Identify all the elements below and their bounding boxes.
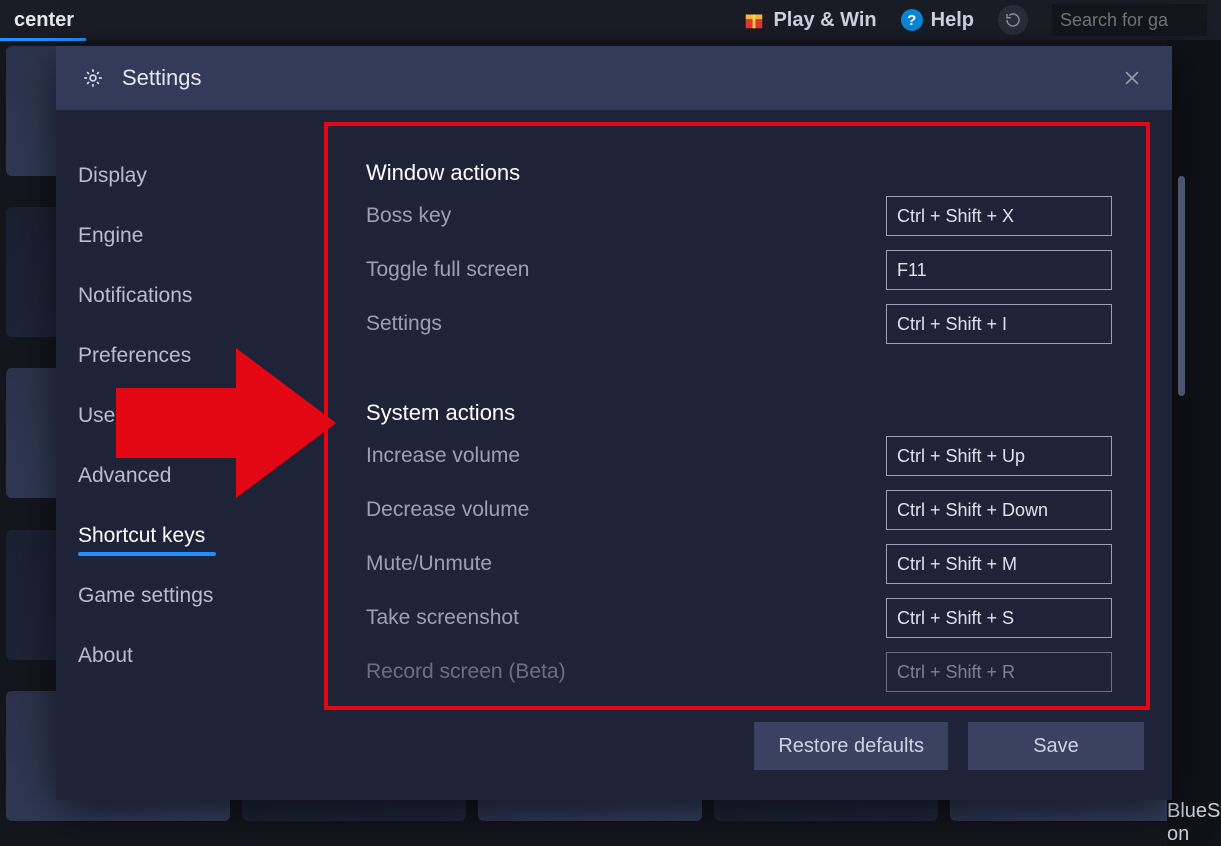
help-link[interactable]: ? Help [901, 9, 974, 32]
topbar-left-text: center [14, 9, 74, 32]
shortcut-label: Mute/Unmute [366, 552, 492, 576]
sidebar-item-label: User [78, 404, 122, 427]
sidebar-item-display[interactable]: Display [78, 146, 147, 206]
help-label: Help [931, 9, 974, 32]
shortcut-input-increase-volume[interactable] [886, 436, 1112, 476]
shortcut-input-settings[interactable] [886, 304, 1112, 344]
sidebar-item-label: Engine [78, 224, 143, 247]
shortcut-input-decrease-volume[interactable] [886, 490, 1112, 530]
sidebar-item-label: Preferences [78, 344, 191, 367]
shortcut-row: Decrease volume [366, 490, 1112, 530]
shortcut-input-screenshot[interactable] [886, 598, 1112, 638]
section-title-window-actions: Window actions [366, 160, 1112, 186]
shortcut-input-record[interactable] [886, 652, 1112, 692]
gear-icon [82, 67, 104, 89]
shortcut-row: Settings [366, 304, 1112, 344]
shortcut-row: Boss key [366, 196, 1112, 236]
sidebar-item-user[interactable]: User [78, 386, 122, 446]
sidebar-item-shortcut-keys[interactable]: Shortcut keys [78, 506, 205, 566]
app-topbar: center Play & Win ? Help [0, 0, 1221, 40]
shortcut-input-boss-key[interactable] [886, 196, 1112, 236]
highlight-frame: Window actions Boss key Toggle full scre… [324, 122, 1150, 710]
shortcut-input-mute[interactable] [886, 544, 1112, 584]
save-button[interactable]: Save [968, 722, 1144, 770]
reload-icon[interactable] [998, 5, 1028, 35]
sidebar-item-label: Advanced [78, 464, 171, 487]
modal-title: Settings [122, 65, 202, 91]
settings-sidebar: Display Engine Notifications Preferences… [56, 110, 318, 800]
shortcut-row: Increase volume [366, 436, 1112, 476]
shortcut-label: Boss key [366, 204, 451, 228]
settings-modal: Settings Display Engine Notifications Pr… [56, 46, 1172, 800]
settings-content: Window actions Boss key Toggle full scre… [318, 110, 1172, 800]
shortcut-row: Mute/Unmute [366, 544, 1112, 584]
shortcut-input-fullscreen[interactable] [886, 250, 1112, 290]
help-icon: ? [901, 9, 923, 31]
play-win-link[interactable]: Play & Win [743, 9, 876, 32]
shortcut-label: Decrease volume [366, 498, 529, 522]
settings-footer: Restore defaults Save [324, 710, 1150, 782]
shortcut-label: Settings [366, 312, 442, 336]
shortcut-label: Toggle full screen [366, 258, 529, 282]
sidebar-item-label: Game settings [78, 584, 213, 607]
sidebar-item-label: Notifications [78, 284, 192, 307]
sidebar-item-engine[interactable]: Engine [78, 206, 143, 266]
search-input[interactable] [1052, 4, 1207, 36]
play-win-label: Play & Win [773, 9, 876, 32]
close-button[interactable] [1118, 64, 1146, 92]
sidebar-item-preferences[interactable]: Preferences [78, 326, 191, 386]
shortcut-row: Take screenshot [366, 598, 1112, 638]
shortcut-row: Record screen (Beta) [366, 652, 1112, 692]
modal-header: Settings [56, 46, 1172, 110]
shortcut-label: Increase volume [366, 444, 520, 468]
sidebar-item-game-settings[interactable]: Game settings [78, 566, 213, 626]
sidebar-item-about[interactable]: About [78, 626, 133, 686]
sidebar-item-label: Display [78, 164, 147, 187]
shortcut-label: Take screenshot [366, 606, 519, 630]
gift-icon [743, 9, 765, 31]
sidebar-item-label: About [78, 644, 133, 667]
sidebar-item-advanced[interactable]: Advanced [78, 446, 171, 506]
right-caption: BlueStacks on [1167, 40, 1221, 846]
scrollbar-thumb[interactable] [1178, 176, 1185, 396]
section-title-system-actions: System actions [366, 400, 1112, 426]
shortcut-label: Record screen (Beta) [366, 660, 566, 684]
sidebar-item-notifications[interactable]: Notifications [78, 266, 192, 326]
restore-defaults-button[interactable]: Restore defaults [754, 722, 948, 770]
sidebar-item-label: Shortcut keys [78, 524, 205, 547]
shortcut-row: Toggle full screen [366, 250, 1112, 290]
